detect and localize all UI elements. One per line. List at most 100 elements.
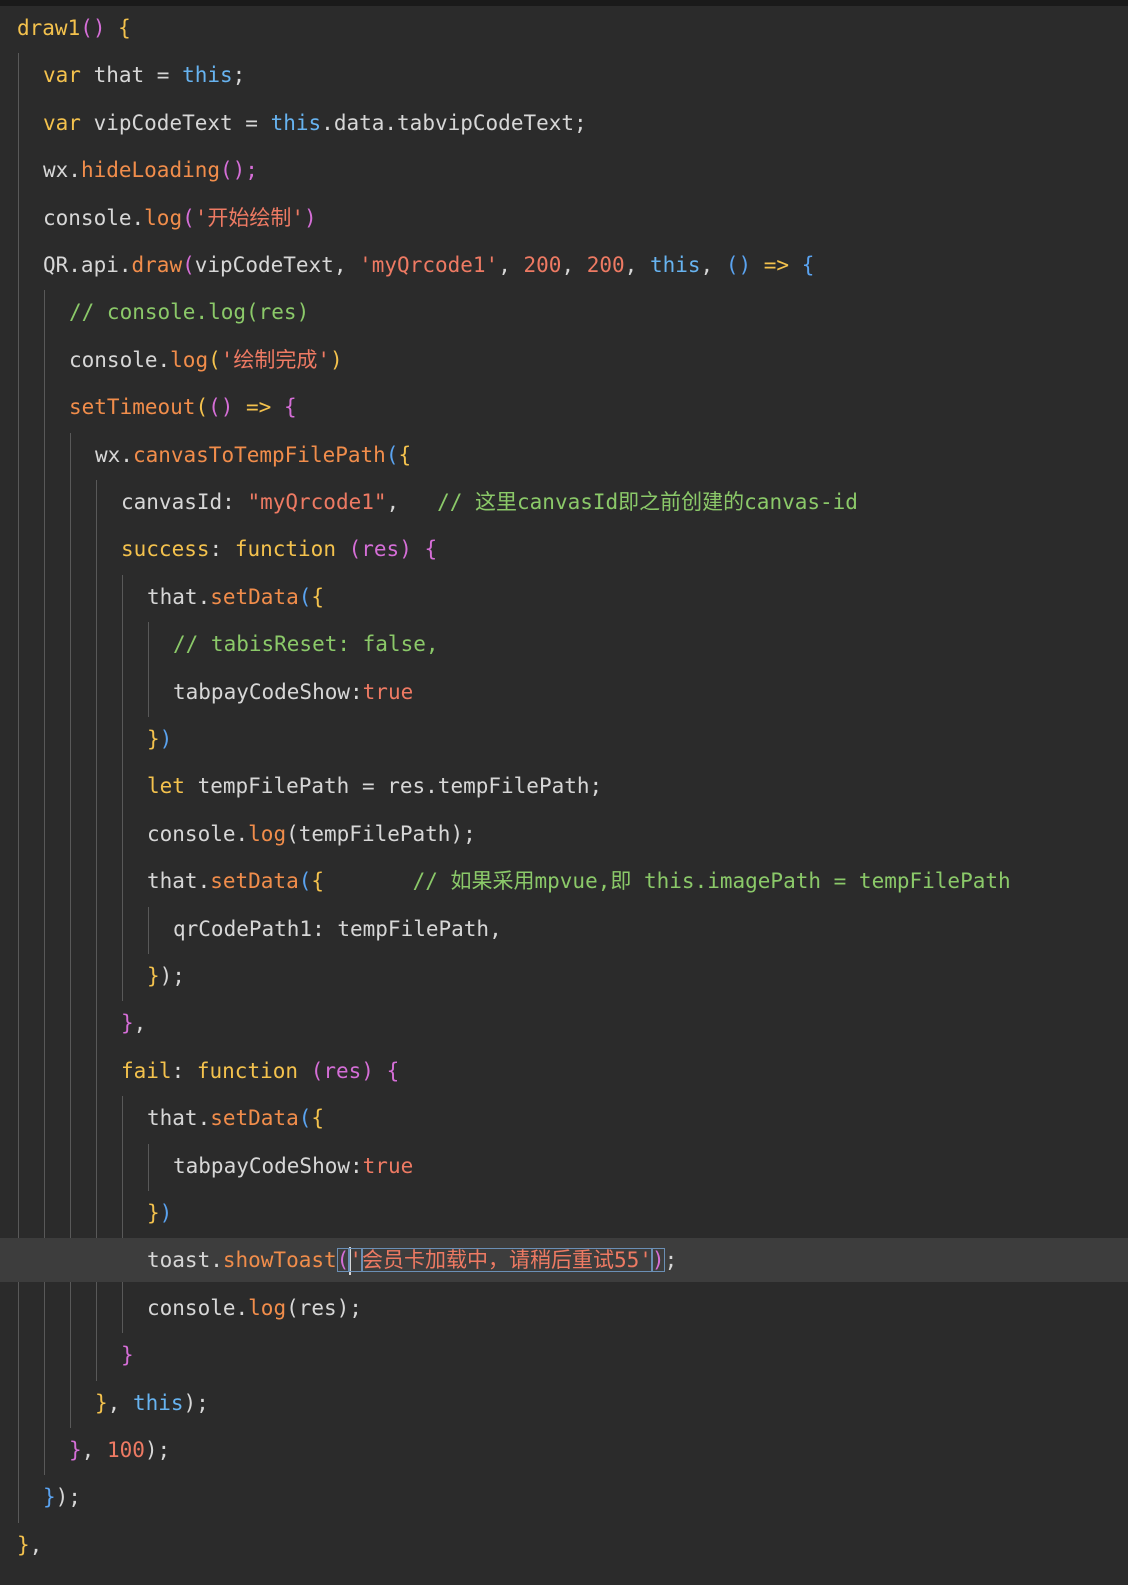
code-token: (: [336, 1248, 350, 1273]
code-token: wx.: [43, 158, 81, 183]
code-token: 'myQrcode1': [359, 253, 499, 277]
code-line[interactable]: QR.api.draw(vipCodeText, 'myQrcode1', 20…: [0, 243, 1128, 287]
code-token: (: [182, 205, 195, 230]
code-line[interactable]: });: [0, 954, 1128, 998]
code-token: wx.: [95, 442, 133, 467]
code-token: ,: [81, 1438, 107, 1462]
code-line[interactable]: console.log(res);: [0, 1286, 1128, 1330]
code-editor[interactable]: draw1() {var that = this; var vipCodeText…: [0, 0, 1128, 1585]
code-token: :: [209, 537, 235, 562]
code-line[interactable]: that.setData({: [0, 575, 1128, 619]
code-line[interactable]: let tempFilePath = res.tempFilePath;: [0, 764, 1128, 808]
code-token: log: [248, 1295, 287, 1320]
code-token: // 这里canvasId即之前创建的canvas-id: [437, 490, 858, 514]
code-line[interactable]: },: [0, 1523, 1128, 1567]
code-token: .data.tabvipCodeText;: [321, 110, 587, 135]
code-line[interactable]: // console.log(res): [0, 290, 1128, 334]
code-line[interactable]: // tabisReset: false,: [0, 622, 1128, 666]
code-token: ): [159, 1201, 173, 1225]
code-token: setData: [210, 1106, 299, 1131]
code-token: this: [649, 253, 701, 277]
code-line[interactable]: that.setData({ // 如果采用mpvue,即 this.image…: [0, 859, 1128, 903]
code-line[interactable]: var vipCodeText = this.data.tabvipCodeTe…: [0, 101, 1128, 145]
code-token: hideLoading: [80, 158, 221, 183]
code-token: this: [270, 110, 322, 135]
code-token: 200: [586, 253, 625, 277]
code-line-active[interactable]: toast.showToast('会员卡加载中，请稍后重试55');: [0, 1238, 1128, 1283]
code-token: // console.log(res): [69, 300, 310, 325]
code-token: function: [234, 537, 336, 562]
code-token: ): [330, 347, 343, 372]
code-token: (: [208, 347, 221, 372]
code-token: (): [725, 253, 752, 277]
code-token: (res): [348, 537, 412, 562]
code-line[interactable]: console.log('绘制完成'): [0, 338, 1128, 382]
code-token: tabpayCodeShow:: [173, 1153, 363, 1178]
code-token: =>: [233, 395, 284, 420]
code-line[interactable]: draw1() {: [0, 6, 1128, 50]
code-token: ();: [220, 158, 258, 183]
code-line[interactable]: }): [0, 717, 1128, 761]
code-line[interactable]: success: function (res) {: [0, 527, 1128, 571]
code-token: '绘制完成': [220, 347, 331, 372]
code-line[interactable]: wx.hideLoading();: [0, 148, 1128, 192]
code-token: function: [196, 1058, 299, 1083]
code-token: {: [283, 395, 297, 420]
code-token: true: [362, 679, 414, 704]
code-token: console.: [147, 821, 249, 846]
code-line[interactable]: },: [0, 1001, 1128, 1045]
code-line[interactable]: console.log(tempFilePath);: [0, 812, 1128, 856]
code-token: draw1: [17, 16, 81, 40]
code-token: (tempFilePath);: [286, 821, 476, 846]
code-token: }: [147, 1201, 160, 1225]
code-line[interactable]: console.log('开始绘制'): [0, 196, 1128, 240]
code-token: canvasId:: [121, 490, 248, 514]
code-token: 100: [106, 1438, 145, 1462]
code-token: ): [304, 205, 317, 230]
code-line[interactable]: canvasId: "myQrcode1", // 这里canvasId即之前创…: [0, 480, 1128, 524]
code-line[interactable]: tabpayCodeShow:true: [0, 670, 1128, 714]
code-line[interactable]: setTimeout(() => {: [0, 385, 1128, 429]
code-line[interactable]: var that = this;: [0, 53, 1128, 97]
code-token: setTimeout: [69, 395, 196, 420]
code-token: }: [121, 1011, 134, 1036]
code-token: }: [95, 1390, 108, 1415]
code-token: }: [69, 1438, 82, 1462]
code-token: ,: [561, 253, 587, 277]
code-line[interactable]: }, this);: [0, 1381, 1128, 1425]
code-token: ,: [624, 253, 650, 277]
code-token: ,: [107, 1390, 133, 1415]
code-token: (res): [310, 1058, 374, 1083]
code-line[interactable]: qrCodePath1: tempFilePath,: [0, 907, 1128, 951]
code-token: log: [144, 205, 183, 230]
code-line[interactable]: wx.canvasToTempFilePath({: [0, 433, 1128, 477]
code-token: var: [43, 63, 81, 88]
code-token: }: [121, 1343, 134, 1368]
code-token: this: [182, 63, 233, 88]
code-token: (: [298, 584, 312, 609]
code-token: ,: [498, 253, 524, 277]
code-token: {: [311, 869, 325, 894]
code-line[interactable]: }: [0, 1333, 1128, 1377]
code-line[interactable]: fail: function (res) {: [0, 1049, 1128, 1093]
code-token: QR.api.: [43, 253, 132, 277]
code-token: {: [398, 442, 412, 467]
code-token: canvasToTempFilePath: [132, 442, 386, 467]
code-token: ): [159, 727, 173, 751]
code-line[interactable]: tabpayCodeShow:true: [0, 1144, 1128, 1188]
code-token: {: [386, 1058, 400, 1083]
code-token: (): [208, 395, 234, 420]
code-line[interactable]: }): [0, 1191, 1128, 1235]
code-token: );: [55, 1485, 81, 1510]
code-token: draw: [131, 253, 183, 277]
code-line[interactable]: }, 100);: [0, 1428, 1128, 1472]
code-token: fail: [121, 1058, 172, 1083]
code-token: setData: [210, 869, 299, 894]
code-line[interactable]: that.setData({: [0, 1096, 1128, 1140]
code-line[interactable]: });: [0, 1475, 1128, 1519]
code-token: // tabisReset: false,: [173, 632, 439, 657]
code-token: (res);: [286, 1295, 362, 1320]
code-token: );: [144, 1438, 171, 1462]
